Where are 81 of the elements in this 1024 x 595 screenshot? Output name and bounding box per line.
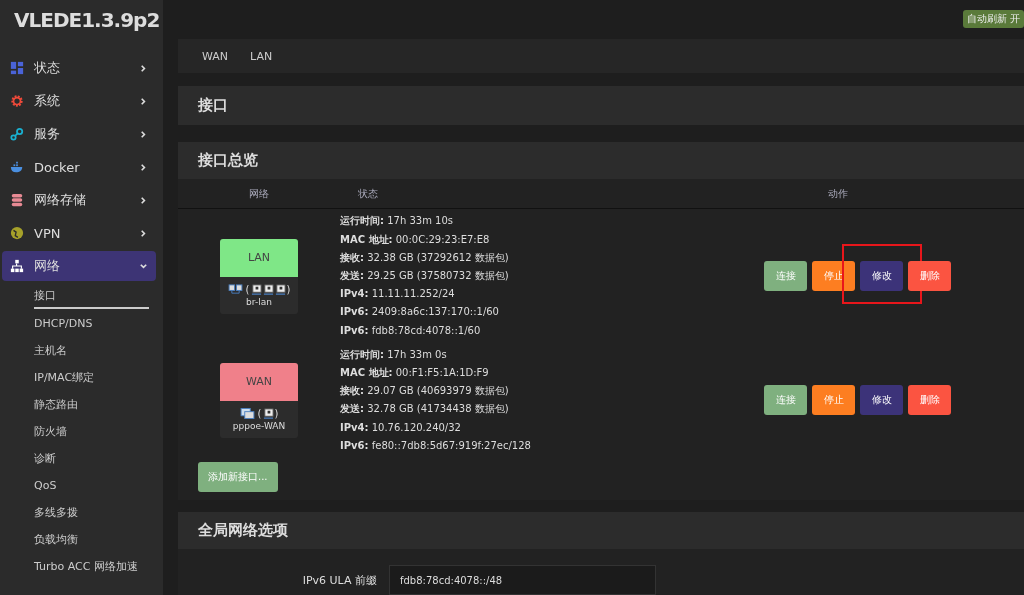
tab[interactable]: WAN [202,49,229,63]
status-line: 发送: 29.25 GB (37580732 数据包) [340,268,510,283]
bracket: ) [286,283,291,295]
chevron-down-icon [139,261,148,271]
action-button[interactable]: 修改 [860,385,903,416]
ethernet-port-icon [274,283,286,295]
interface-card[interactable]: LAN ( ) br-lan [220,238,298,314]
submenu-item[interactable]: 防火墙 [34,418,67,445]
input-field[interactable]: fdb8:78cd:4078::/48 [389,565,656,595]
column-header: 动作 [828,186,848,201]
column-header: 状态 [357,186,379,201]
menu-label: VPN [34,225,62,241]
section-title: 接口 [198,96,228,116]
panel-title: 接口总览 [198,151,258,171]
submenu-item[interactable]: 多线多拨 [34,499,78,526]
submenu-item[interactable]: 负载均衡 [34,526,78,553]
grid-icon [10,61,24,75]
brand-logo: VLEDE1.3.9p2 [13,7,161,34]
bracket: ( [257,407,262,419]
status-line: IPv4: 10.76.120.240/32 [340,420,462,435]
status-line: MAC 地址: 00:0C:29:23:E7:E8 [340,232,491,247]
sidebar-item[interactable]: Docker [2,152,156,182]
settings-icon [10,94,24,108]
chevron-right-icon [139,63,148,73]
bridge-icon [227,283,243,295]
menu-label: 服务 [34,125,61,143]
ethernet-port-icon [262,283,274,295]
device-name: br-lan [246,296,272,307]
interface-card[interactable]: WAN ( ) pppoe-WAN [220,362,298,438]
sidebar-item[interactable]: VPN [2,218,156,248]
ethernet-port-icon [250,283,262,295]
sidebar-item[interactable]: 网络 [2,251,156,281]
status-line: IPv6: fdb8:78cd:4078::1/60 [340,323,482,338]
interface-name: WAN [246,375,272,389]
device-name: pppoe-WAN [232,420,286,431]
sidebar-item[interactable]: 服务 [2,119,156,149]
bracket: ) [274,407,279,419]
bracket: ( [245,283,250,295]
computer-icon [239,407,255,419]
status-line: IPv6: fe80::7db8:5d67:919f:27ec/128 [340,438,532,453]
ethernet-port-icon [262,407,274,419]
chevron-right-icon [139,228,148,238]
network-icon [10,259,24,273]
status-line: 接收: 32.38 GB (37292612 数据包) [340,250,510,265]
link-icon [10,127,24,141]
menu-label: Docker [34,159,81,175]
status-line: 发送: 32.78 GB (41734438 数据包) [340,402,510,417]
status-line: IPv6: 2409:8a6c:137:170::1/60 [340,305,500,320]
column-header: 网络 [248,186,270,201]
menu-label: 网络存储 [34,191,87,209]
database-icon [10,193,24,207]
chevron-right-icon [139,129,148,139]
menu-label: 系统 [34,92,61,110]
status-line: 运行时间: 17h 33m 10s [340,214,454,229]
status-line: IPv4: 11.11.11.252/24 [340,287,456,302]
submenu-item[interactable]: QoS [34,472,57,499]
sidebar-item[interactable]: 系统 [2,86,156,116]
globe-icon [10,226,24,240]
auto-refresh-badge[interactable]: 自动刷新 开 [962,10,1024,28]
field-label: IPv6 ULA 前缀 [301,572,378,588]
status-line: 接收: 29.07 GB (40693979 数据包) [340,384,510,399]
sidebar-item[interactable]: 网络存储 [2,185,156,215]
menu-label: 状态 [34,59,61,77]
status-line: MAC 地址: 00:F1:F5:1A:1D:F9 [340,366,490,380]
submenu-item[interactable]: DHCP/DNS [34,310,93,337]
sidebar-item[interactable]: 状态 [2,53,156,83]
status-line: 运行时间: 17h 33m 0s [340,347,448,362]
menu-label: 网络 [34,257,61,275]
chevron-right-icon [139,162,148,172]
tab[interactable]: LAN [250,49,273,63]
chevron-right-icon [139,195,148,205]
submenu-item[interactable]: IP/MAC绑定 [34,364,95,391]
submenu-item[interactable]: 诊断 [34,445,56,472]
submenu-item[interactable]: 接口 [34,283,149,309]
chevron-right-icon [139,96,148,106]
interface-name: LAN [247,251,271,265]
submenu-item[interactable]: 静态路由 [34,391,78,418]
submenu-item[interactable]: Turbo ACC 网络加速 [34,553,138,580]
action-button[interactable]: 修改 [860,261,903,292]
panel-title: 全局网络选项 [198,521,288,540]
submenu-item[interactable]: 主机名 [34,337,67,364]
